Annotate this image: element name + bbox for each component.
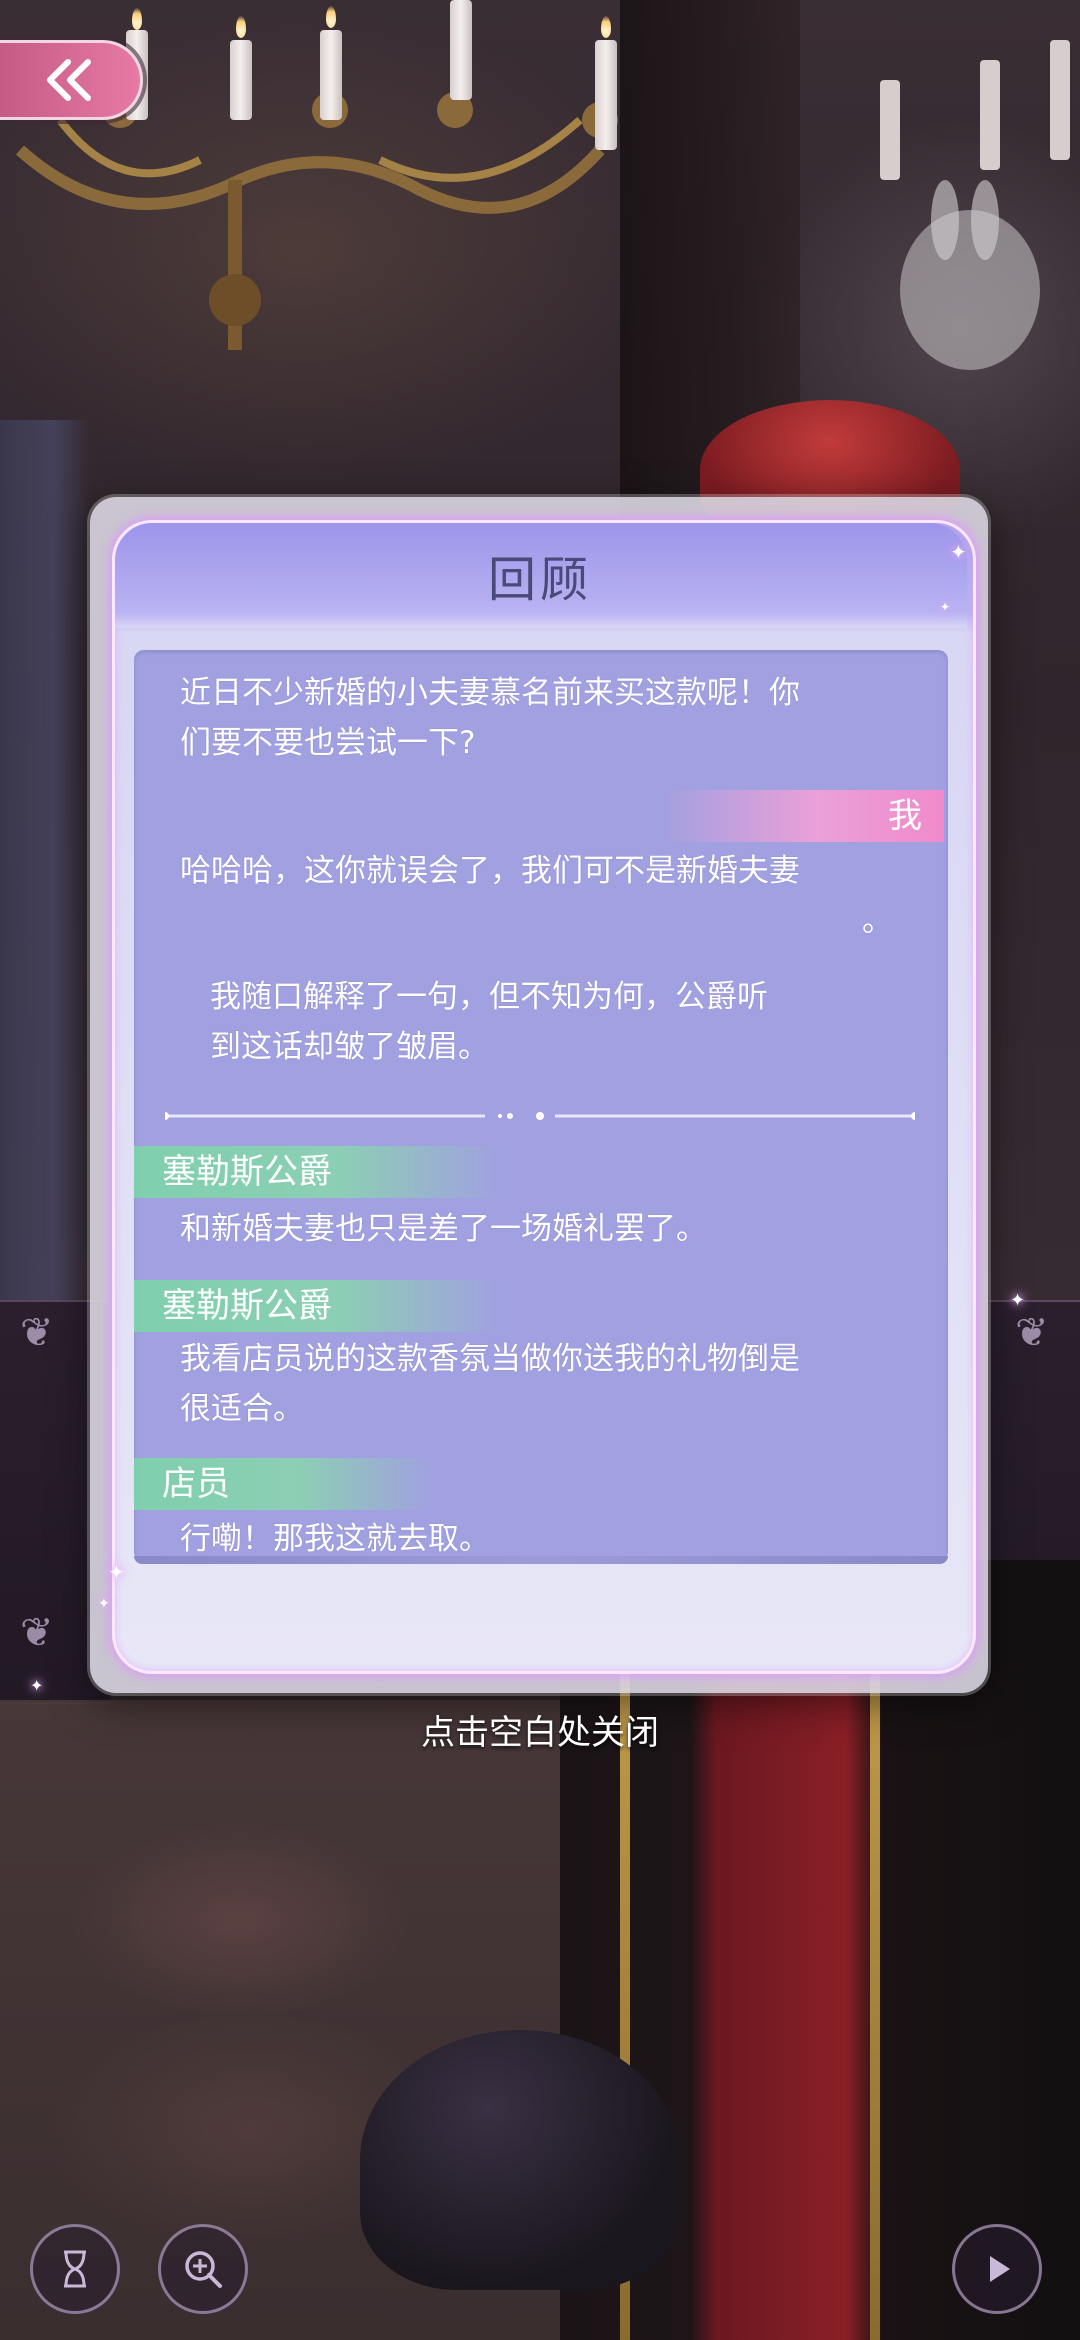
log-divider [165, 1112, 915, 1120]
background-candelabra-right [880, 40, 1070, 370]
speaker-label-npc: 塞勒斯公爵 [134, 1146, 502, 1198]
background-character-knee [360, 2030, 680, 2290]
ornament-icon: ❦ [1015, 1310, 1049, 1356]
sparkle-icon: ✦ [98, 1596, 110, 1612]
log-entry-line: 们要不要也尝试一下? [180, 725, 476, 761]
zoom-button[interactable] [158, 2224, 248, 2314]
close-hint: 点击空白处关闭 [421, 1713, 659, 1753]
log-narration-line: 我随口解释了一句，但不知为何，公爵听 [210, 979, 768, 1015]
review-dialog-title: 回顾 [487, 552, 592, 608]
back-button[interactable] [0, 40, 143, 120]
log-entry-line: 。 [862, 903, 893, 939]
log-entry-line: 行嘞！那我这就去取。 [180, 1521, 490, 1557]
log-entry-line: 很适合。 [180, 1391, 304, 1427]
sparkle-icon: ✦ [30, 1676, 44, 1695]
sparkle-icon: ✦ [940, 600, 951, 614]
sparkle-icon: ✦ [950, 540, 967, 564]
hourglass-button[interactable] [30, 2224, 120, 2314]
speaker-label-player: 我 [660, 790, 944, 842]
sparkle-icon: ✦ [1010, 1290, 1026, 1311]
play-icon [990, 2256, 1010, 2282]
hourglass-icon [64, 2250, 86, 2288]
zoom-in-icon [185, 2251, 222, 2288]
ornament-icon: ❦ [20, 1310, 54, 1356]
auto-play-button[interactable] [952, 2224, 1042, 2314]
log-entry-line: 和新婚夫妻也只是差了一场婚礼罢了。 [180, 1211, 707, 1247]
log-entry-line: 近日不少新婚的小夫妻慕名前来买这款呢！你 [180, 675, 800, 711]
double-chevron-left-icon [47, 59, 91, 101]
log-entry-line: 我看店员说的这款香氛当做你送我的礼物倒是 [180, 1341, 800, 1377]
ornament-icon: ❦ [20, 1610, 54, 1656]
log-entry-line: 哈哈哈，这你就误会了，我们可不是新婚夫妻 [180, 853, 800, 889]
speaker-label-npc: 店员 [134, 1458, 432, 1510]
speaker-label-npc: 塞勒斯公爵 [134, 1280, 502, 1332]
sparkle-icon: ✦ [108, 1560, 125, 1584]
log-narration-line: 到这话却皱了皱眉。 [210, 1029, 489, 1065]
